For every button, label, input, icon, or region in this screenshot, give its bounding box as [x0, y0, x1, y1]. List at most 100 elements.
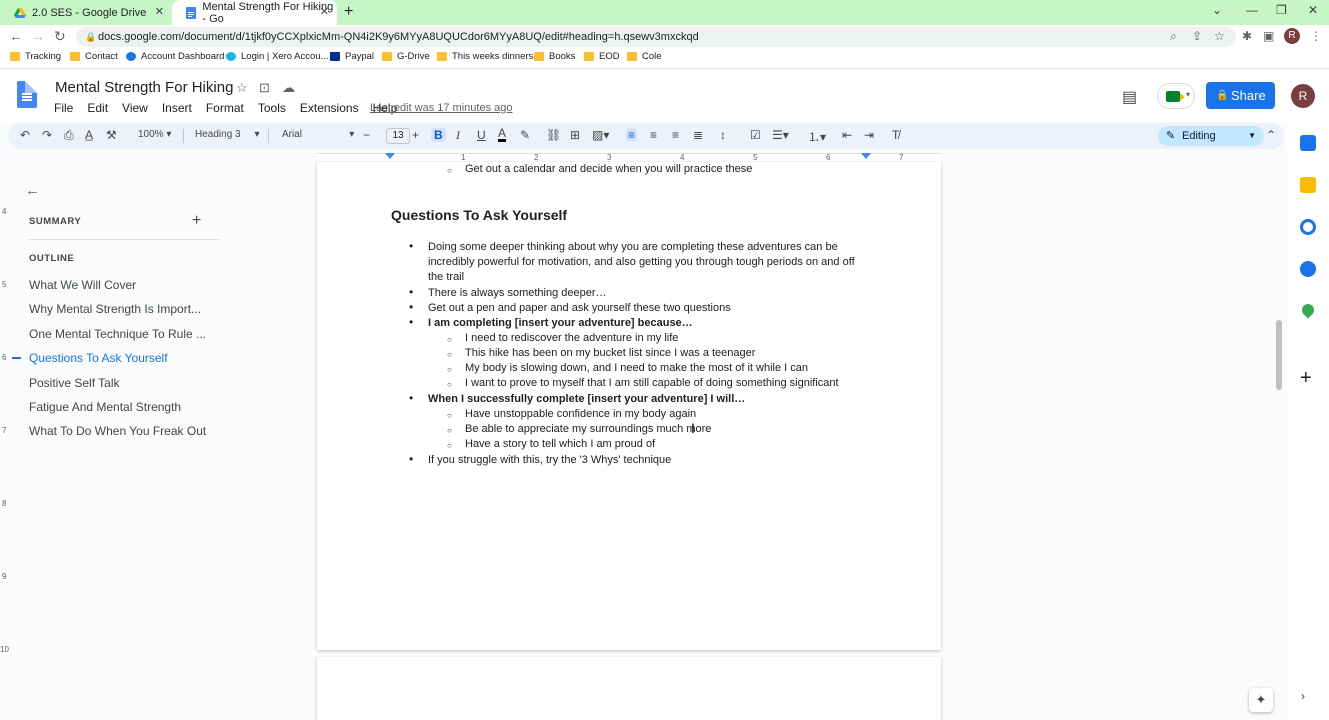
- close-tab-icon[interactable]: ✕: [155, 5, 164, 18]
- font-select[interactable]: Arial ▾: [282, 129, 354, 140]
- collapse-panel-chevron-icon[interactable]: ›: [1301, 689, 1305, 703]
- checklist-icon[interactable]: ☑: [750, 128, 761, 142]
- list-item-text[interactable]: If you struggle with this, try the '3 Wh…: [428, 454, 671, 466]
- hide-menus-chevron-icon[interactable]: ⌃: [1266, 128, 1276, 142]
- style-select[interactable]: Heading 3 ▾: [195, 129, 260, 140]
- list-item-text[interactable]: Have unstoppable confidence in my body a…: [465, 408, 696, 420]
- highlight-icon[interactable]: ✎: [520, 128, 530, 142]
- last-edit-link[interactable]: Last edit was 17 minutes ago: [370, 102, 512, 114]
- spellcheck-icon[interactable]: A̲: [85, 128, 93, 142]
- add-comment-icon[interactable]: ⊞: [570, 128, 580, 142]
- outline-item-positive-self-talk[interactable]: Positive Self Talk: [29, 376, 120, 390]
- print-icon[interactable]: ⎙: [64, 128, 74, 143]
- account-avatar[interactable]: R: [1291, 84, 1315, 108]
- bookmark-item[interactable]: Books: [534, 51, 575, 62]
- outline-item-fatigue[interactable]: Fatigue And Mental Strength: [29, 400, 181, 414]
- contacts-icon[interactable]: [1300, 261, 1316, 277]
- increase-indent-icon[interactable]: ⇥: [864, 128, 874, 142]
- list-item-text[interactable]: incredibly powerful for motivation, and …: [428, 256, 855, 268]
- list-item-text[interactable]: When I successfully complete [insert you…: [428, 393, 745, 405]
- bookmark-item[interactable]: This weeks dinners: [437, 51, 533, 62]
- cloud-saved-icon[interactable]: ☁: [282, 80, 295, 96]
- list-item-text[interactable]: Be able to appreciate my surroundings mu…: [465, 423, 711, 435]
- redo-icon[interactable]: ↷: [42, 128, 52, 142]
- restore-icon[interactable]: ❐: [1276, 3, 1287, 17]
- tasks-icon[interactable]: [1300, 219, 1316, 235]
- new-tab-plus-icon[interactable]: +: [344, 3, 353, 21]
- increase-font-icon[interactable]: +: [412, 128, 419, 142]
- close-window-icon[interactable]: ✕: [1308, 3, 1318, 17]
- list-item-text[interactable]: Have a story to tell which I am proud of: [465, 438, 655, 450]
- profile-avatar[interactable]: R: [1284, 28, 1300, 44]
- bookmark-item[interactable]: Paypal: [330, 51, 374, 62]
- bookmark-item[interactable]: Cole: [627, 51, 662, 62]
- ruler-track[interactable]: 1 2 3 4 5 6 7: [317, 153, 940, 162]
- explore-icon[interactable]: ✦: [1249, 688, 1273, 712]
- decrease-indent-icon[interactable]: ⇤: [842, 128, 852, 142]
- bookmark-item[interactable]: Contact: [70, 51, 118, 62]
- menu-view[interactable]: View: [122, 101, 148, 115]
- align-center-icon[interactable]: ≡: [650, 128, 657, 142]
- close-tab-icon[interactable]: ✕: [320, 5, 329, 18]
- move-folder-icon[interactable]: ⊡: [259, 80, 270, 96]
- list-item-text[interactable]: Get out a pen and paper and ask yourself…: [428, 302, 731, 314]
- right-indent-marker[interactable]: [861, 153, 871, 159]
- bookmark-star-icon[interactable]: ☆: [1214, 29, 1225, 43]
- zoom-select[interactable]: 100% ▾: [138, 129, 171, 140]
- paint-format-icon[interactable]: ⚒: [106, 128, 117, 142]
- reload-icon[interactable]: ↻: [54, 28, 66, 45]
- menu-file[interactable]: File: [54, 101, 73, 115]
- menu-tools[interactable]: Tools: [258, 101, 286, 115]
- list-item-text[interactable]: This hike has been on my bucket list sin…: [465, 347, 755, 359]
- bookmark-item[interactable]: Login | Xero Accou...: [226, 51, 329, 62]
- align-left-icon[interactable]: ≡: [626, 128, 638, 142]
- scrollbar-thumb[interactable]: [1276, 320, 1282, 390]
- bold-icon[interactable]: B: [431, 128, 446, 142]
- numbered-list-icon[interactable]: ⒈▾: [808, 128, 826, 145]
- italic-icon[interactable]: I: [456, 128, 460, 143]
- outline-item-freak-out[interactable]: What To Do When You Freak Out: [29, 424, 206, 438]
- calendar-icon[interactable]: [1300, 135, 1316, 151]
- list-item-text[interactable]: I want to prove to myself that I am stil…: [465, 377, 839, 389]
- star-icon[interactable]: ☆: [236, 80, 248, 96]
- tab-google-drive[interactable]: 2.0 SES - Google Drive ✕: [0, 0, 172, 25]
- menu-insert[interactable]: Insert: [162, 101, 192, 115]
- undo-icon[interactable]: ↶: [20, 128, 30, 142]
- bookmark-item[interactable]: EOD: [584, 51, 620, 62]
- list-item-text[interactable]: I am completing [insert your adventure] …: [428, 317, 693, 329]
- outline-item-one-mental-technique[interactable]: One Mental Technique To Rule ...: [29, 327, 206, 341]
- close-outline-arrow-icon[interactable]: ←: [25, 182, 40, 199]
- forward-icon[interactable]: →: [31, 28, 45, 44]
- add-summary-plus-icon[interactable]: +: [192, 212, 201, 230]
- insert-image-icon[interactable]: ▨▾: [592, 128, 609, 142]
- list-item-text[interactable]: My body is slowing down, and I need to m…: [465, 362, 808, 374]
- outline-item-what-we-will-cover[interactable]: What We Will Cover: [29, 278, 136, 292]
- keep-icon[interactable]: [1300, 177, 1316, 193]
- list-item-text[interactable]: Doing some deeper thinking about why you…: [428, 241, 838, 253]
- left-indent-marker[interactable]: [385, 153, 395, 159]
- bulleted-list-icon[interactable]: ☰▾: [772, 128, 789, 142]
- share-button[interactable]: 🔒 Share: [1206, 82, 1275, 109]
- minimize-icon[interactable]: —: [1246, 3, 1258, 17]
- document-page[interactable]: ○ Get out a calendar and decide when you…: [317, 162, 941, 650]
- font-size-input[interactable]: 13: [386, 128, 410, 144]
- menu-format[interactable]: Format: [206, 101, 244, 115]
- justify-icon[interactable]: ≣: [693, 128, 703, 142]
- line-spacing-icon[interactable]: ↕: [720, 128, 726, 142]
- menu-extensions[interactable]: Extensions: [300, 101, 359, 115]
- list-item-text[interactable]: There is always something deeper…: [428, 287, 607, 299]
- outline-item-questions-to-ask[interactable]: Questions To Ask Yourself: [29, 351, 168, 365]
- extensions-puzzle-icon[interactable]: ✱: [1242, 29, 1252, 43]
- document-title[interactable]: Mental Strength For Hiking: [55, 79, 233, 96]
- bookmark-item[interactable]: Account Dashboard: [126, 51, 224, 62]
- comment-history-icon[interactable]: ▤: [1122, 87, 1137, 107]
- bookmark-item[interactable]: Tracking: [10, 51, 61, 62]
- outline-item-why-mental-strength[interactable]: Why Mental Strength Is Import...: [29, 302, 201, 316]
- side-panel-icon[interactable]: ▣: [1263, 29, 1274, 43]
- tab-mental-strength-doc[interactable]: Mental Strength For Hiking - Go ✕: [172, 0, 337, 25]
- list-item-text[interactable]: I need to rediscover the adventure in my…: [465, 332, 678, 344]
- list-item-text[interactable]: Get out a calendar and decide when you w…: [465, 163, 752, 175]
- meet-button[interactable]: ▾: [1157, 83, 1195, 109]
- section-heading[interactable]: Questions To Ask Yourself: [391, 207, 567, 223]
- share-page-icon[interactable]: ⇪: [1192, 29, 1202, 43]
